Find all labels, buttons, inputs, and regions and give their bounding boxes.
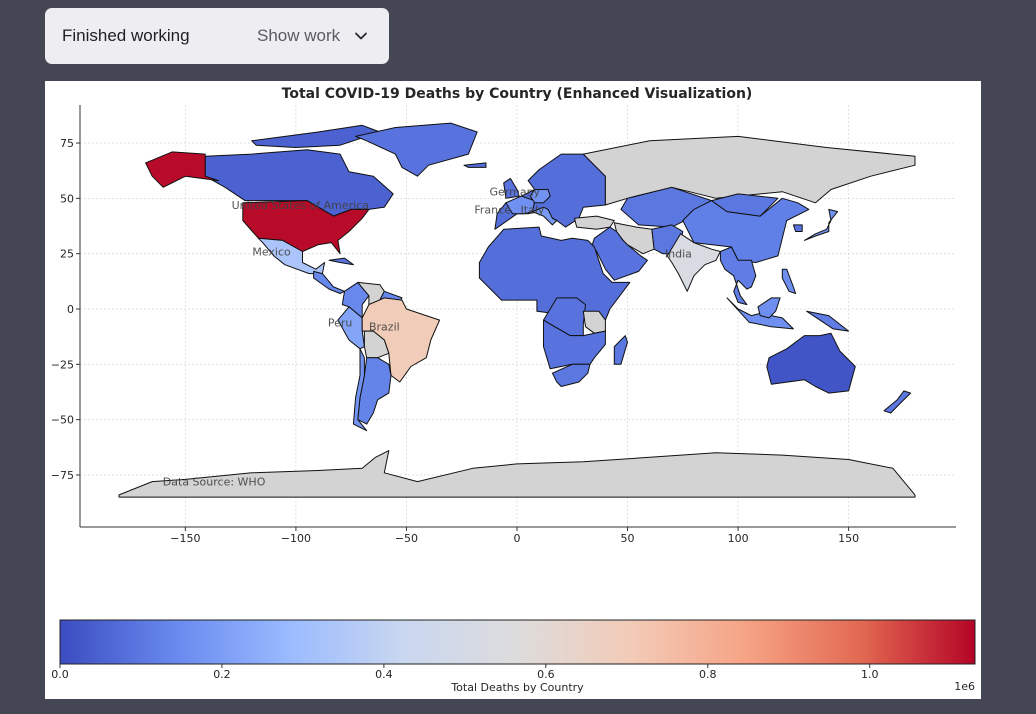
- y-tick-label: 75: [60, 137, 74, 150]
- chart-figure: Total COVID-19 Deaths by Country (Enhanc…: [45, 81, 981, 699]
- colorbar-tick-label: 0.2: [213, 668, 231, 681]
- chevron-down-icon[interactable]: [353, 28, 369, 44]
- annotation-label: Peru: [328, 316, 353, 329]
- colorbar-offset-label: 1e6: [954, 680, 975, 693]
- country-australia: [766, 332, 856, 394]
- annotation-label: India: [665, 248, 692, 261]
- y-tick-label: −25: [51, 358, 74, 371]
- annotation-label: Brazil: [369, 321, 400, 334]
- y-axis-ticks: 75 50 25 0 −25 −50 −75: [51, 137, 80, 482]
- x-axis-ticks: −150 −100 −50 0 50 100 150: [170, 527, 859, 545]
- colorbar: 0.0 0.2 0.4 0.6 0.8 1.0 Total Deaths by Countr…: [51, 619, 976, 694]
- status-bar: Finished working Show work: [45, 8, 389, 64]
- colorbar-tick-label: 0.6: [537, 668, 555, 681]
- x-tick-label: 150: [838, 532, 859, 545]
- y-tick-label: −75: [51, 469, 74, 482]
- chart-title: Total COVID-19 Deaths by Country (Enhanc…: [282, 86, 753, 102]
- colorbar-tick-label: 0.4: [375, 668, 393, 681]
- status-label: Finished working: [62, 26, 190, 45]
- x-tick-label: −50: [395, 532, 418, 545]
- colorbar-tick-label: 0.0: [51, 668, 69, 681]
- country-japan: [803, 208, 839, 241]
- y-tick-label: −50: [51, 414, 74, 427]
- colorbar-tick-label: 0.8: [699, 668, 717, 681]
- country-papua: [806, 310, 850, 332]
- annotation-label: Mexico: [252, 245, 291, 258]
- colorbar-label: Total Deaths by Country: [450, 681, 584, 694]
- choropleth-chart: Total COVID-19 Deaths by Country (Enhanc…: [51, 86, 976, 694]
- country-borneo: [757, 297, 781, 319]
- y-tick-label: 50: [60, 192, 74, 205]
- country-turkey: [574, 215, 615, 230]
- country-central-america: [313, 270, 345, 294]
- country-philippines: [781, 268, 797, 294]
- country-iceland: [463, 162, 487, 168]
- x-tick-label: −100: [281, 532, 311, 545]
- x-tick-label: −150: [170, 532, 200, 545]
- colorbar-tick-label: 1.0: [861, 668, 879, 681]
- country-madagascar: [613, 335, 628, 365]
- y-tick-label: 25: [60, 248, 74, 261]
- annotation-label: Italy: [521, 203, 545, 216]
- annotation-label: Germany: [490, 186, 541, 199]
- colorbar-gradient: [59, 619, 976, 665]
- annotation-label: Data Source: WHO: [163, 476, 266, 489]
- annotation-label: United States of America: [232, 199, 369, 212]
- country-new-zealand: [883, 390, 912, 414]
- show-work-button[interactable]: Show work: [257, 26, 340, 46]
- country-cuba: [328, 257, 354, 266]
- x-tick-label: 100: [728, 532, 749, 545]
- x-tick-label: 50: [621, 532, 635, 545]
- y-tick-label: 0: [67, 303, 74, 316]
- country-korea: [792, 224, 803, 232]
- x-tick-label: 0: [514, 532, 521, 545]
- annotation-label: France: [474, 203, 511, 216]
